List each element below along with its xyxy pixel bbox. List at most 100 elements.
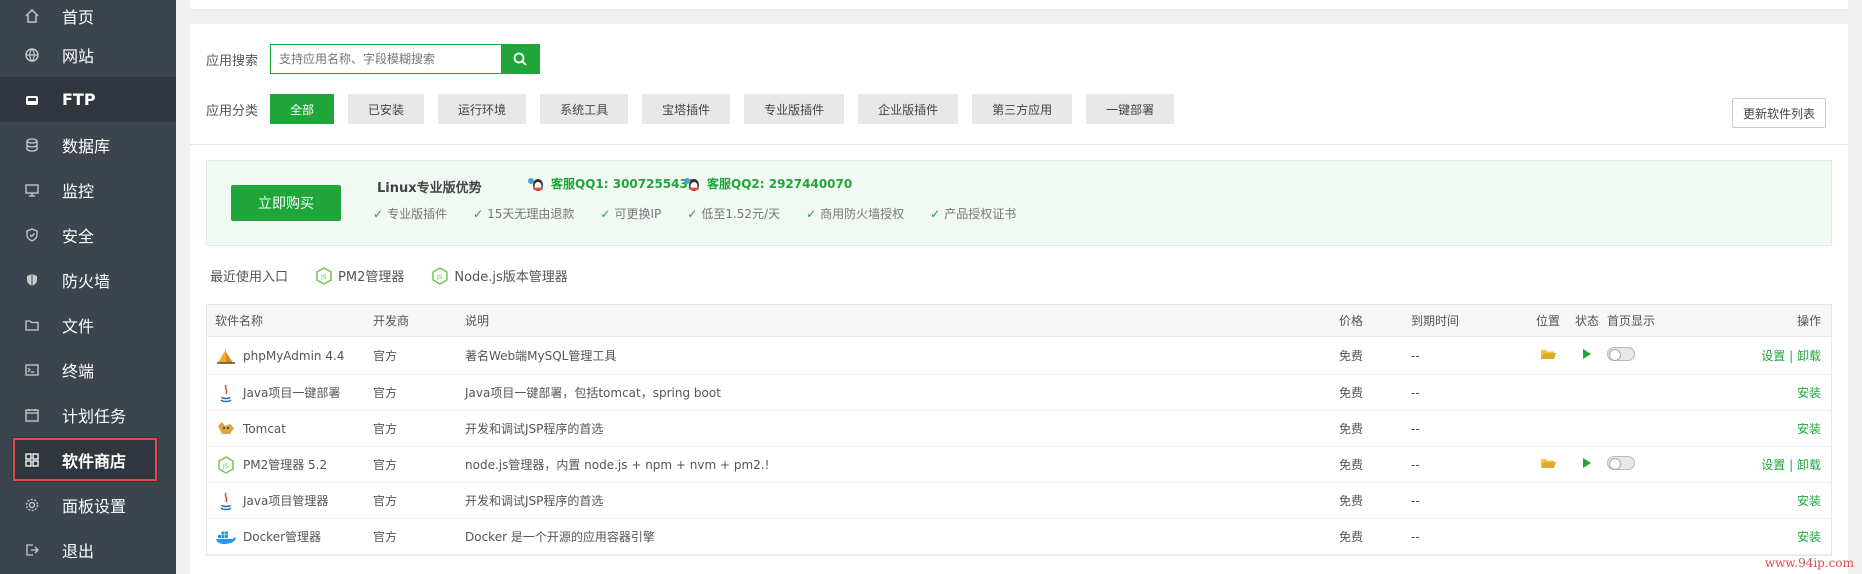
operation-cell: 安装 xyxy=(1705,492,1831,509)
home-icon xyxy=(24,7,50,25)
sidebar-item-label: 软件商店 xyxy=(62,451,127,471)
open-folder-icon[interactable] xyxy=(1529,348,1567,363)
open-folder-icon[interactable] xyxy=(1529,457,1567,472)
recent-label: 最近使用入口 xyxy=(210,270,289,285)
qq-contact-1[interactable]: 客服QQ1: 3007255432 xyxy=(527,175,696,192)
price-cell: 免费 xyxy=(1339,530,1364,544)
price-cell: 免费 xyxy=(1339,494,1364,508)
sidebar-item-firewall[interactable]: 防火墙 xyxy=(0,257,176,302)
sidebar-item-files[interactable]: 文件 xyxy=(0,302,176,347)
install-link[interactable]: 安装 xyxy=(1797,494,1821,508)
settings-link[interactable]: 设置 xyxy=(1761,349,1785,363)
java-icon xyxy=(215,490,237,512)
settings-link[interactable]: 设置 xyxy=(1761,458,1785,472)
name-cell: Docker管理器 xyxy=(207,526,373,548)
search-input[interactable] xyxy=(271,45,502,73)
qq-penguin-icon xyxy=(528,177,543,191)
operation-cell: 设置 | 卸载 xyxy=(1705,347,1831,364)
check-icon: ✓ xyxy=(930,206,941,221)
pro-promo-banner: 立即购买 Linux专业版优势 客服QQ1: 3007255432 客服QQ2:… xyxy=(206,160,1832,246)
buy-now-button[interactable]: 立即购买 xyxy=(231,185,341,221)
perk-label: 低至1.52元/天 xyxy=(701,207,781,221)
ftp-icon xyxy=(24,91,50,109)
price-cell: 免费 xyxy=(1339,422,1364,436)
name-cell: JS PM2管理器 5.2 xyxy=(207,454,373,476)
expire-cell: -- xyxy=(1411,529,1420,544)
sidebar-item-security[interactable]: 安全 xyxy=(0,212,176,257)
table-row: JS PM2管理器 5.2 官方 node.js管理器，内置 node.js +… xyxy=(207,447,1831,483)
sidebar-item-cron[interactable]: 计划任务 xyxy=(0,392,176,437)
refresh-software-list-button[interactable]: 更新软件列表 xyxy=(1731,98,1826,128)
perk-item: ✓ 15天无理由退款 xyxy=(473,205,574,222)
app-name: phpMyAdmin 4.4 xyxy=(243,348,345,363)
qq-contact-2[interactable]: 客服QQ2: 2927440070 xyxy=(683,175,852,192)
sidebar-item-database[interactable]: 数据库 xyxy=(0,122,176,167)
sidebar-item-terminal[interactable]: 终端 xyxy=(0,347,176,392)
sidebar-item-label: 监控 xyxy=(62,181,95,201)
firewall-icon xyxy=(24,271,50,289)
uninstall-link[interactable]: 卸载 xyxy=(1797,349,1821,363)
category-enterprise-plugins[interactable]: 企业版插件 xyxy=(858,94,959,124)
sidebar-item-logout[interactable]: 退出 xyxy=(0,527,176,572)
sidebar-item-panel-settings[interactable]: 面板设置 xyxy=(0,482,176,527)
recent-item-nodejs[interactable]: JS Node.js版本管理器 xyxy=(432,266,568,285)
sidebar-item-software-store[interactable]: 软件商店 xyxy=(12,437,158,482)
desc-cell: Docker 是一个开源的应用容器引擎 xyxy=(465,530,655,544)
dev-cell: 官方 xyxy=(373,494,398,508)
table-row: Docker管理器 官方 Docker 是一个开源的应用容器引擎 免费 -- 安… xyxy=(207,519,1831,555)
search-button[interactable] xyxy=(501,45,540,73)
globe-icon xyxy=(24,46,50,64)
desc-cell: node.js管理器，内置 node.js + npm + nvm + pm2.… xyxy=(465,458,770,472)
operation-cell: 设置 | 卸载 xyxy=(1705,456,1831,473)
gear-icon xyxy=(24,496,50,514)
desc-cell: 著名Web端MySQL管理工具 xyxy=(465,349,617,363)
perk-item: ✓ 低至1.52元/天 xyxy=(687,205,780,222)
install-link[interactable]: 安装 xyxy=(1797,530,1821,544)
home-display-cell xyxy=(1607,347,1705,364)
category-runtime[interactable]: 运行环境 xyxy=(438,94,527,124)
divider xyxy=(190,144,1848,145)
category-all[interactable]: 全部 xyxy=(270,94,335,124)
homepage-toggle[interactable] xyxy=(1607,347,1635,361)
sidebar-item-website[interactable]: 网站 xyxy=(0,32,176,77)
perk-label: 可更换IP xyxy=(614,207,662,221)
svg-text:JS: JS xyxy=(320,274,327,281)
sidebar-item-ftp[interactable]: FTP xyxy=(0,77,176,122)
perk-label: 专业版插件 xyxy=(387,207,448,221)
category-bt-plugins[interactable]: 宝塔插件 xyxy=(642,94,731,124)
play-icon[interactable] xyxy=(1567,348,1607,363)
desc-cell: Java项目一键部署，包括tomcat，spring boot xyxy=(465,386,721,400)
category-system-tools[interactable]: 系统工具 xyxy=(540,94,629,124)
name-cell: Java项目一键部署 xyxy=(207,382,373,404)
perk-item: ✓ 商用防火墙授权 xyxy=(806,205,904,222)
software-store-card: 应用搜索 应用分类 全部 已安装 运行环境 系统工具 宝塔插件 专业版插件 企业… xyxy=(190,24,1848,574)
svg-text:JS: JS xyxy=(222,463,229,470)
app-name: Docker管理器 xyxy=(243,530,322,544)
software-table: 软件名称 开发商 说明 价格 到期时间 位置 状态 首页显示 操作 phpMyA… xyxy=(206,304,1832,556)
install-link[interactable]: 安装 xyxy=(1797,422,1821,436)
play-icon[interactable] xyxy=(1567,457,1607,472)
install-link[interactable]: 安装 xyxy=(1797,386,1821,400)
col-desc: 说明 xyxy=(465,314,490,328)
operation-cell: 安装 xyxy=(1705,528,1831,545)
sidebar-item-label: 面板设置 xyxy=(62,496,127,516)
category-third-party[interactable]: 第三方应用 xyxy=(972,94,1073,124)
perk-label: 15天无理由退款 xyxy=(487,207,575,221)
operation-cell: 安装 xyxy=(1705,384,1831,401)
search-box xyxy=(270,44,541,74)
uninstall-link[interactable]: 卸载 xyxy=(1797,458,1821,472)
category-one-click-deploy[interactable]: 一键部署 xyxy=(1086,94,1175,124)
expire-cell: -- xyxy=(1411,385,1420,400)
sidebar-item-label: 退出 xyxy=(62,541,95,561)
sidebar-item-home[interactable]: 首页 xyxy=(0,0,176,32)
col-dev: 开发商 xyxy=(373,314,410,328)
homepage-toggle[interactable] xyxy=(1607,456,1635,470)
category-installed[interactable]: 已安装 xyxy=(348,94,425,124)
category-pro-plugins[interactable]: 专业版插件 xyxy=(744,94,845,124)
col-homepage: 首页显示 xyxy=(1607,314,1656,328)
check-icon: ✓ xyxy=(473,206,484,221)
sidebar-item-monitor[interactable]: 监控 xyxy=(0,167,176,212)
link-separator: | xyxy=(1789,458,1794,472)
promo-title: Linux专业版优势 xyxy=(377,181,482,196)
recent-item-pm2[interactable]: JS PM2管理器 xyxy=(316,266,404,285)
